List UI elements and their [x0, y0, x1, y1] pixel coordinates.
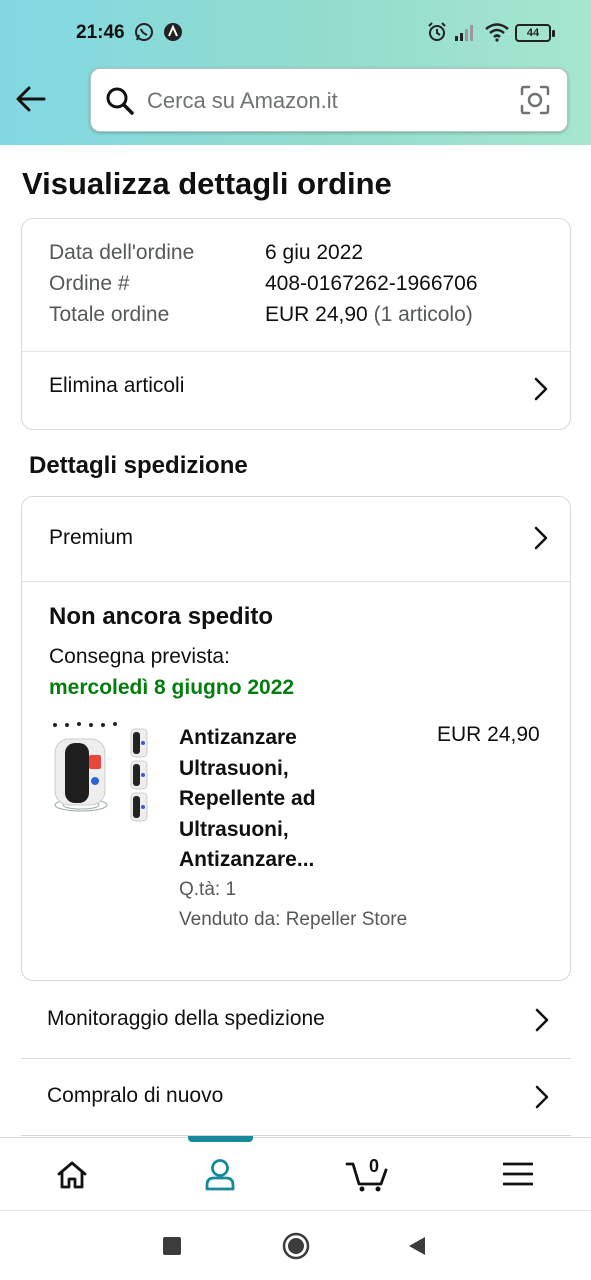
back-button[interactable]: [14, 82, 54, 118]
product-title-line: Repellente ad: [179, 787, 316, 810]
buy-again-label: Compralo di nuovo: [47, 1084, 224, 1107]
nav-menu[interactable]: [473, 1138, 563, 1210]
home-system-button[interactable]: [282, 1232, 310, 1265]
product-title-line: Ultrasuoni,: [179, 756, 289, 780]
search-icon: [105, 86, 135, 121]
alarm-icon: [427, 22, 447, 47]
wifi-icon: [484, 22, 510, 47]
search-input[interactable]: [147, 83, 507, 119]
order-number-value: 408-0167262-1966706: [265, 272, 478, 295]
system-navigation-bar: [0, 1210, 591, 1280]
circle-icon: [282, 1232, 310, 1260]
order-number-label: Ordine #: [49, 272, 130, 295]
signal-icon: [454, 22, 476, 47]
page-title: Visualizza dettagli ordine: [22, 166, 392, 201]
chevron-right-icon: [535, 1008, 549, 1032]
chevron-right-icon: [534, 526, 548, 550]
nav-account[interactable]: [175, 1138, 265, 1210]
app-notification-icon: [163, 22, 183, 47]
product-title-line: Antizanzare: [179, 726, 297, 749]
order-total-label: Totale ordine: [49, 303, 170, 326]
nav-cart[interactable]: 0: [324, 1138, 414, 1210]
shipment-status: Non ancora spedito: [49, 603, 274, 630]
order-item-count: (1 articolo): [373, 303, 473, 326]
product-seller: Venduto da: Repeller Store: [179, 909, 408, 930]
recent-apps-button[interactable]: [163, 1237, 181, 1260]
app-header: 21:46 44: [0, 0, 591, 145]
order-date-value: 6 giu 2022: [265, 241, 364, 264]
account-icon: [205, 1159, 235, 1191]
delivery-estimate-label: Consegna prevista:: [49, 645, 230, 668]
arrow-left-icon: [16, 86, 46, 112]
bottom-navigation: 0: [0, 1136, 591, 1210]
cart-count-badge: 0: [368, 1156, 379, 1176]
product-quantity: Q.tà: 1: [179, 879, 237, 900]
search-bar[interactable]: [90, 68, 568, 132]
chevron-right-icon: [535, 1085, 549, 1109]
shipping-section-title: Dettagli spedizione: [29, 452, 248, 479]
battery-icon: 44: [515, 24, 555, 42]
product-title-line: Antizanzare...: [179, 848, 315, 871]
square-icon: [163, 1237, 181, 1255]
product-title-line: Ultrasuoni,: [179, 817, 289, 841]
track-shipment-label: Monitoraggio della spedizione: [47, 1007, 325, 1030]
shipping-card: Premium Non ancora spedito Consegna prev…: [21, 496, 571, 981]
delete-items-label: Elimina articoli: [49, 374, 185, 397]
track-shipment-row[interactable]: Monitoraggio della spedizione: [21, 982, 571, 1059]
status-time: 21:46: [76, 22, 125, 43]
product-price: EUR 24,90: [437, 723, 540, 746]
whatsapp-icon: [134, 22, 154, 47]
order-summary-card: Data dell'ordine 6 giu 2022 Ordine # 408…: [21, 218, 571, 430]
product-image[interactable]: [49, 721, 151, 829]
delete-items-row[interactable]: Elimina articoli: [22, 352, 570, 430]
menu-icon: [503, 1162, 533, 1186]
order-total-amount: EUR 24,90: [265, 303, 368, 326]
shipping-method-label: Premium: [49, 526, 134, 549]
product-title[interactable]: Antizanzare Ultrasuoni, Repellente ad Ul…: [179, 723, 379, 876]
home-icon: [57, 1161, 87, 1189]
divider: [22, 581, 570, 582]
status-bar: 21:46 44: [0, 0, 591, 66]
chevron-right-icon: [534, 377, 548, 401]
camera-scan-icon[interactable]: [519, 84, 551, 121]
triangle-back-icon: [409, 1237, 425, 1255]
buy-again-row[interactable]: Compralo di nuovo: [21, 1059, 571, 1136]
nav-home[interactable]: [26, 1138, 116, 1210]
order-total-value: EUR 24,90 (1 articolo): [265, 303, 473, 327]
delivery-estimate-date: mercoledì 8 giugno 2022: [49, 676, 295, 699]
order-date-label: Data dell'ordine: [49, 241, 195, 264]
shipping-method-row[interactable]: Premium: [22, 497, 570, 581]
back-system-button[interactable]: [407, 1236, 427, 1261]
